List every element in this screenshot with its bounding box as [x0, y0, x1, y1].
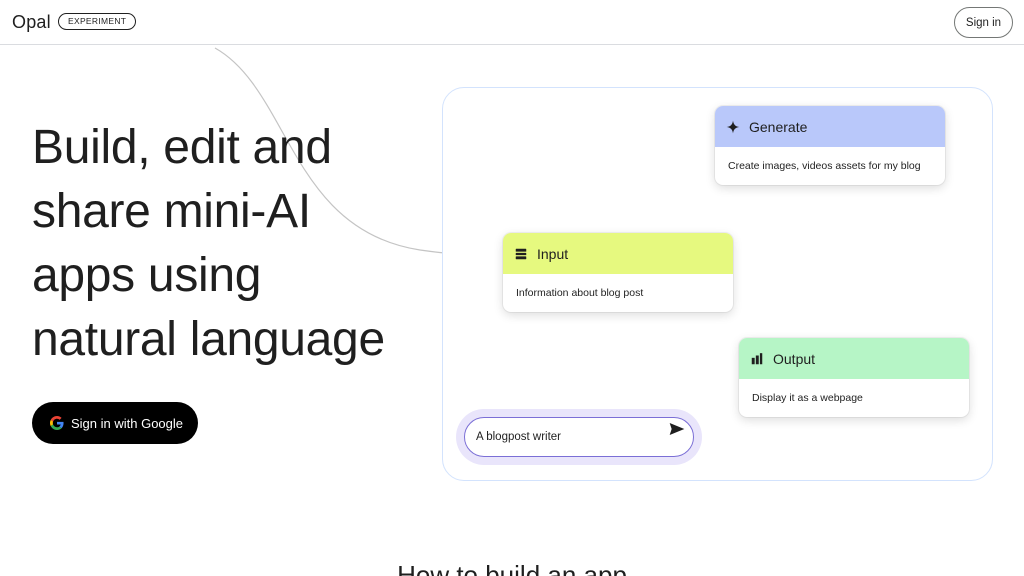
how-to-build-heading: How to build an app	[397, 560, 627, 576]
hero-title-line-4: natural language	[32, 313, 385, 366]
input-node[interactable]: Input Information about blog post	[503, 233, 733, 312]
google-icon	[50, 416, 64, 430]
send-icon[interactable]	[669, 422, 685, 436]
generate-node-title: Generate	[749, 118, 808, 135]
opal-logo[interactable]: Opal	[12, 12, 51, 33]
input-node-description: Information about blog post	[516, 287, 644, 299]
hero-title-line-2: share mini-AI	[32, 185, 311, 238]
generate-node[interactable]: Generate Create images, videos assets fo…	[715, 106, 945, 185]
input-icon	[515, 248, 527, 259]
hero-title-line-3: apps using	[32, 249, 262, 302]
prompt-input[interactable]: A blogpost writer	[464, 417, 694, 457]
prompt-input-value: A blogpost writer	[476, 431, 562, 443]
generate-node-header: Generate	[715, 106, 945, 147]
experiment-badge: EXPERIMENT	[58, 13, 137, 30]
input-node-header: Input	[503, 233, 733, 274]
input-node-title: Input	[537, 245, 569, 262]
output-node[interactable]: Output Display it as a webpage	[739, 338, 969, 417]
output-node-header: Output	[739, 338, 969, 379]
sign-in-with-google-button[interactable]: Sign in with Google	[32, 402, 198, 444]
prompt-container: A blogpost writer	[456, 409, 702, 465]
output-node-description: Display it as a webpage	[752, 392, 863, 404]
google-button-label: Sign in with Google	[71, 415, 184, 431]
hero-title-line-1: Build, edit and	[32, 121, 332, 174]
generate-node-description: Create images, videos assets for my blog	[728, 160, 921, 172]
sparkle-icon	[726, 120, 740, 133]
output-icon	[751, 352, 763, 364]
sign-in-button[interactable]: Sign in	[954, 7, 1013, 38]
output-node-title: Output	[773, 350, 816, 367]
top-bar: Opal EXPERIMENT Sign in	[0, 0, 1024, 45]
